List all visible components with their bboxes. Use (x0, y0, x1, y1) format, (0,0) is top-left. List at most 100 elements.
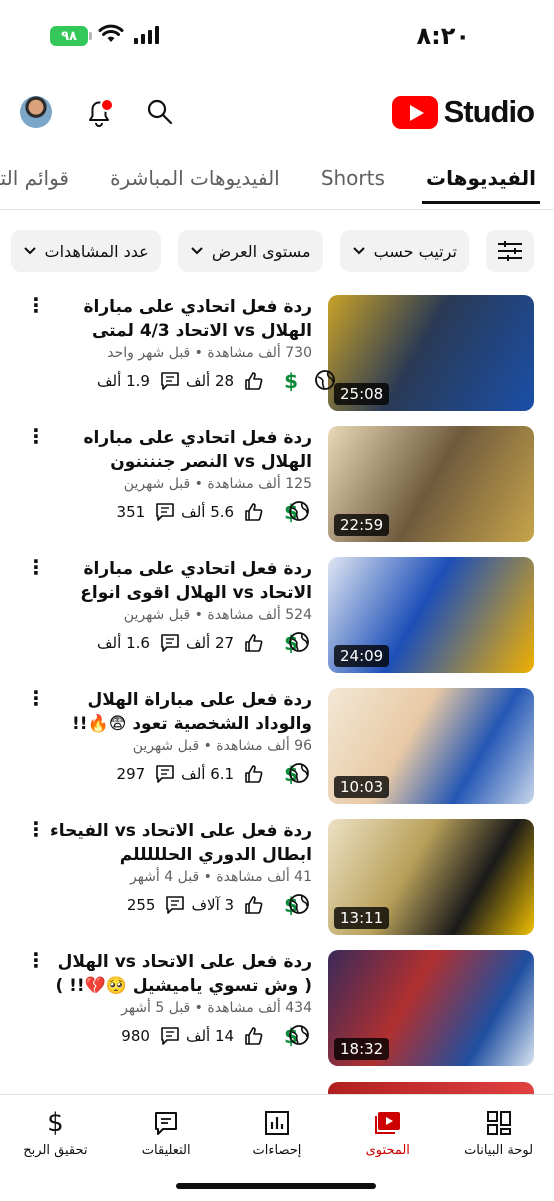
video-title: ردة فعل اتحادي على مباراة الهلال vs الات… (83, 297, 312, 341)
comment-icon (156, 765, 174, 783)
likes-stat: 28 ألف (186, 371, 270, 391)
video-stats: $ 14 ألف 980 (121, 1024, 312, 1048)
likes-count: 5.6 ألف (181, 503, 235, 521)
video-row[interactable]: 22:59 ردة فعل اتحادي على مباراه الهلال v… (0, 426, 554, 544)
video-duration: 10:03 (334, 776, 390, 798)
video-meta: 730 ألف مشاهدة • قبل شهر واحد (107, 345, 312, 361)
filter-sliders-icon (498, 241, 522, 261)
comments-count: 1.9 ألف (97, 372, 150, 390)
likes-count: 14 ألف (185, 1027, 235, 1045)
comments-icon (155, 1112, 178, 1135)
tabs-divider (0, 209, 554, 210)
nav-earn[interactable]: $ تحقيق الربح (1, 1095, 109, 1201)
video-stats: $ 3 آلاف 255 (127, 893, 312, 917)
likes-count: 27 ألف (185, 634, 235, 652)
comments-stat: 255 (127, 895, 192, 915)
analytics-icon (264, 1111, 289, 1135)
comments-count: 980 (121, 1027, 150, 1045)
comments-stat: 351 (117, 502, 182, 522)
comments-count: 255 (126, 896, 156, 914)
tab-videos[interactable]: الفيديوهات (408, 156, 554, 204)
video-row[interactable]: 13:11 ردة فعل على الاتحاد vs الفيحاء ابط… (0, 819, 554, 937)
more-options-icon[interactable]: ⋮ (26, 557, 46, 577)
video-thumbnail[interactable]: 22:59 (328, 426, 534, 542)
likes-stat: 5.6 ألف (181, 502, 270, 522)
nav-label: لوحة البيانات (464, 1143, 534, 1158)
video-thumbnail[interactable]: 25:08 (328, 295, 534, 411)
more-options-icon[interactable]: ⋮ (26, 426, 46, 446)
visibility-dropdown[interactable]: مستوى العرض (177, 230, 323, 272)
video-thumbnail[interactable]: 18:32 (328, 950, 534, 1066)
comments-count: 1.6 ألف (97, 634, 150, 652)
video-row[interactable]: 10:03 ردة فعل على مباراة الهلال والوداد … (0, 688, 554, 806)
likes-count: 28 ألف (185, 372, 235, 390)
nav-label: إحصاءات (252, 1143, 302, 1158)
comment-icon (161, 1027, 179, 1045)
avatar[interactable] (20, 96, 52, 128)
sort-dropdown[interactable]: ترتيب حسب (339, 230, 469, 272)
video-duration: 25:08 (334, 383, 390, 405)
video-row[interactable]: 24:09 ردة فعل اتحادي على مباراة الاتحاد … (0, 557, 554, 675)
comments-stat: 980 (121, 1026, 186, 1046)
home-indicator (176, 1183, 376, 1189)
notification-dot (100, 98, 114, 112)
video-stats: $ 28 ألف 1.9 ألف (97, 369, 312, 393)
likes-stat: 6.1 ألف (181, 764, 270, 784)
views-dropdown[interactable]: عدد المشاهدات (10, 230, 161, 272)
video-title: ردة فعل اتحادي على مباراة الاتحاد vs اله… (80, 559, 312, 603)
video-thumbnail-partial (328, 1082, 534, 1094)
video-meta: 524 ألف مشاهدة • قبل شهرين (123, 607, 312, 623)
filter-button[interactable] (486, 230, 534, 272)
globe-icon (289, 501, 309, 521)
nav-label: التعليقات (141, 1143, 191, 1158)
video-thumbnail[interactable]: 10:03 (328, 688, 534, 804)
thumbs-up-icon (245, 896, 263, 914)
more-options-icon[interactable]: ⋮ (26, 950, 46, 970)
comment-icon (161, 372, 179, 390)
video-row[interactable]: 18:32 ردة فعل على الاتحاد vs الهلال ( وش… (0, 950, 554, 1068)
tab-live[interactable]: الفيديوهات المباشرة (92, 156, 298, 204)
video-duration: 18:32 (334, 1038, 390, 1060)
earn-icon: $ (47, 1108, 64, 1138)
video-thumbnail[interactable]: 13:11 (328, 819, 534, 935)
video-meta: 41 ألف مشاهدة • قبل 4 أشهر (130, 869, 312, 885)
likes-stat: 3 آلاف (191, 895, 270, 915)
video-title: ردة فعل على الاتحاد vs الفيحاء ابطال الد… (50, 821, 312, 865)
tab-bar: الفيديوهات Shorts الفيديوهات المباشرة قو… (0, 156, 554, 210)
video-meta: 96 ألف مشاهدة • قبل شهرين (132, 738, 312, 754)
nav-label: تحقيق الربح (23, 1143, 88, 1158)
video-row[interactable]: 25:08 ردة فعل اتحادي على مباراة الهلال v… (0, 295, 554, 413)
wifi-icon (98, 24, 124, 42)
video-stats: $ 27 ألف 1.6 ألف (97, 631, 312, 655)
chevron-down-icon (352, 247, 365, 255)
dashboard-icon (486, 1111, 511, 1135)
tab-playlists[interactable]: قوائم التشغ (0, 156, 87, 204)
video-stats: $ 6.1 ألف 297 (117, 762, 312, 786)
more-options-icon[interactable]: ⋮ (26, 295, 46, 315)
monetization-icon: $ (284, 369, 298, 393)
signal-icon (134, 26, 159, 44)
more-options-icon[interactable]: ⋮ (26, 819, 46, 839)
likes-stat: 27 ألف (186, 633, 270, 653)
comments-stat: 1.6 ألف (97, 633, 186, 653)
content-icon (374, 1112, 400, 1134)
sort-label: ترتيب حسب (373, 241, 457, 261)
battery-level: ٩٨ (61, 28, 77, 44)
comments-count: 297 (116, 765, 146, 783)
video-meta: 125 ألف مشاهدة • قبل شهرين (123, 476, 312, 492)
comments-stat: 297 (117, 764, 182, 784)
nav-dashboard[interactable]: لوحة البيانات (445, 1095, 553, 1201)
battery-tip (89, 32, 92, 40)
tab-shorts[interactable]: Shorts (303, 156, 403, 204)
more-options-icon[interactable]: ⋮ (26, 688, 46, 708)
comments-stat: 1.9 ألف (97, 371, 186, 391)
comments-count: 351 (116, 503, 146, 521)
filter-row: ترتيب حسب مستوى العرض عدد المشاهدات (0, 230, 554, 272)
thumbs-up-icon (245, 372, 263, 390)
globe-icon (315, 370, 335, 390)
thumbs-up-icon (245, 503, 263, 521)
video-thumbnail[interactable]: 24:09 (328, 557, 534, 673)
comment-icon (161, 634, 179, 652)
search-icon[interactable] (146, 98, 174, 126)
youtube-studio-logo[interactable]: Studio (391, 94, 535, 130)
